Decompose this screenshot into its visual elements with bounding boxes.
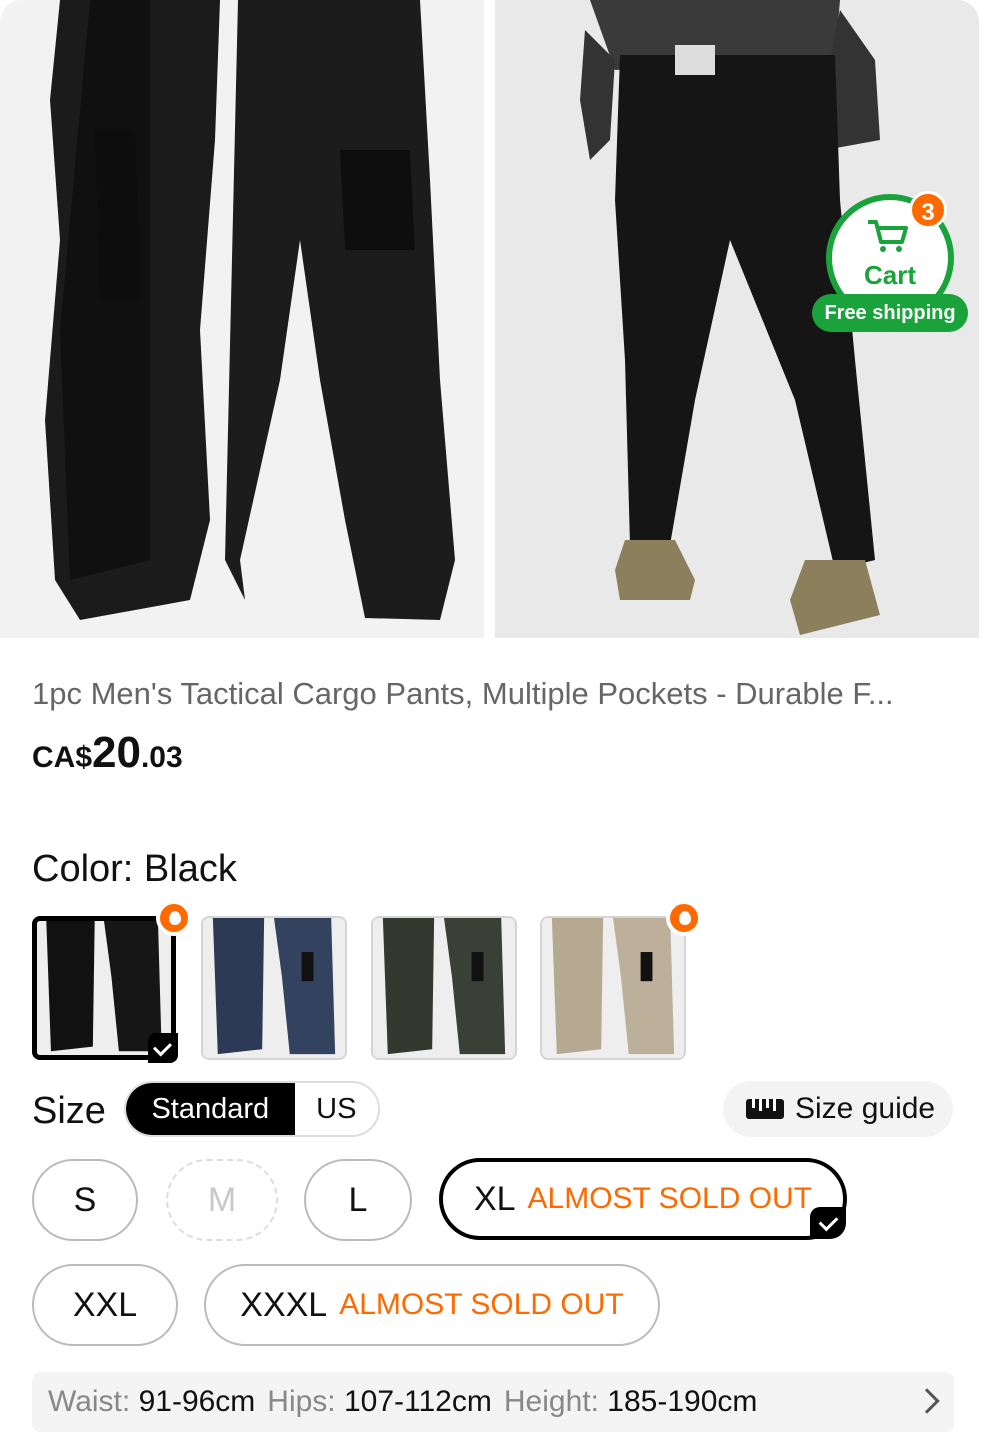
cart-count-badge: 3 <box>909 191 947 229</box>
almost-sold-out-label: ALMOST SOLD OUT <box>339 1288 624 1321</box>
hot-icon <box>666 900 702 936</box>
cart-label: Cart <box>863 260 916 290</box>
free-shipping-badge: Free shipping <box>812 294 968 332</box>
ruler-icon <box>746 1099 784 1119</box>
height-label: Height: <box>503 1385 599 1418</box>
floating-cart-button[interactable]: Cart 3 Free shipping <box>812 188 968 338</box>
hips-value: 107-112cm <box>344 1385 492 1418</box>
check-icon <box>810 1207 846 1239</box>
color-swatch-khaki[interactable] <box>540 916 686 1060</box>
size-option-label: XXXL <box>240 1285 328 1324</box>
product-title[interactable]: 1pc Men's Tactical Cargo Pants, Multiple… <box>32 676 957 712</box>
selected-color: Black <box>143 848 237 890</box>
size-option-label: XXL <box>72 1285 138 1324</box>
waist-value: 91-96cm <box>138 1385 256 1418</box>
size-label: Size <box>32 1090 106 1132</box>
size-guide-button[interactable]: Size guide <box>723 1081 953 1137</box>
size-standard-toggle[interactable]: Standard US <box>124 1081 380 1137</box>
size-option-xxl[interactable]: XXL <box>32 1264 178 1346</box>
chevron-right-icon <box>914 1388 940 1414</box>
size-option-xl[interactable]: XL ALMOST SOLD OUT <box>439 1158 847 1240</box>
size-option-label: S <box>73 1180 97 1219</box>
price-decimal: .03 <box>140 741 183 774</box>
size-measurements-row[interactable]: Waist: 91-96cm Hips: 107-112cm Height: 1… <box>32 1372 954 1432</box>
waist-label: Waist: <box>48 1385 131 1418</box>
hips-label: Hips: <box>267 1385 336 1418</box>
size-guide-label: Size guide <box>795 1092 936 1125</box>
check-icon <box>148 1033 178 1063</box>
size-option-l[interactable]: L <box>304 1159 412 1241</box>
almost-sold-out-label: ALMOST SOLD OUT <box>527 1182 813 1215</box>
color-label-prefix: Color: <box>32 848 144 890</box>
tab-standard[interactable]: Standard <box>126 1083 295 1135</box>
color-swatch-olive[interactable] <box>371 916 517 1060</box>
color-swatch-navy[interactable] <box>201 916 347 1060</box>
size-option-label: L <box>348 1180 368 1219</box>
cart-icon <box>868 220 908 252</box>
price-integer: 20 <box>92 728 141 777</box>
size-option-s[interactable]: S <box>32 1159 138 1241</box>
price-currency: CA$ <box>32 741 93 774</box>
size-option-label: M <box>207 1180 237 1219</box>
product-image-1[interactable] <box>0 0 484 638</box>
color-label: Color: Black <box>32 848 237 891</box>
product-price: CA$20.03 <box>32 728 183 778</box>
hot-icon <box>156 900 192 936</box>
size-option-m[interactable]: M <box>166 1159 278 1241</box>
size-option-label: XL <box>473 1179 516 1218</box>
tab-us[interactable]: US <box>295 1083 378 1135</box>
height-value: 185-190cm <box>607 1385 758 1418</box>
size-option-xxxl[interactable]: XXXL ALMOST SOLD OUT <box>204 1264 660 1346</box>
